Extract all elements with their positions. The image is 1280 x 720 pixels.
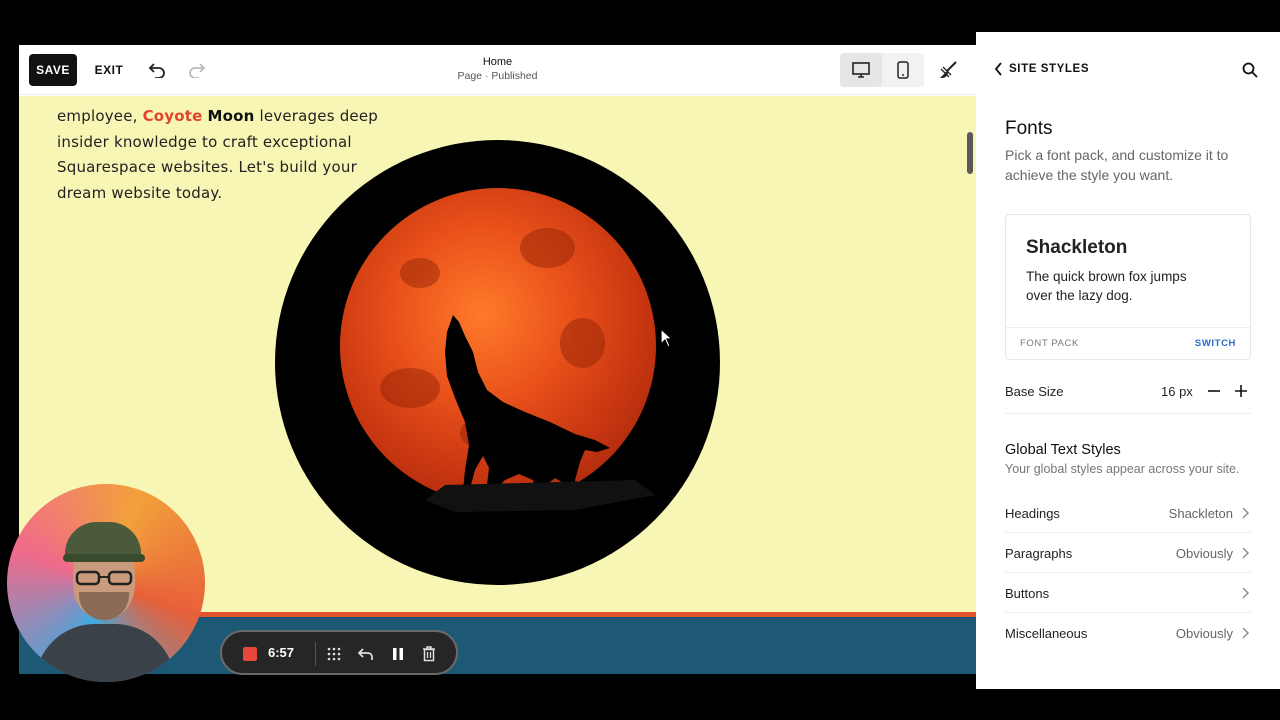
panel-divider [1005,413,1251,414]
page-info[interactable]: Home Page · Published [419,56,576,82]
base-size-label: Base Size [1005,384,1064,399]
presenter-cap-brim [63,554,145,562]
style-row-buttons[interactable]: Buttons [1005,573,1251,613]
webcam-overlay [7,484,205,682]
global-text-styles-heading: Global Text Styles [1005,442,1121,458]
desktop-icon[interactable] [850,61,872,79]
card-divider [1006,327,1250,328]
font-pack-name: Shackleton [1026,237,1128,258]
brand-name-moon: Moon [207,107,255,125]
presenter-glasses [75,570,133,586]
chevron-right-icon [1242,627,1249,639]
panel-header: SITE STYLES [976,32,1280,110]
presenter-beard [79,592,129,620]
style-row-value: Obviously [1175,546,1233,561]
increase-size-button[interactable] [1232,380,1250,402]
pause-icon[interactable] [387,643,409,665]
back-to-site-styles[interactable]: SITE STYLES [994,62,1089,76]
font-pack-label: FONT PACK [1020,338,1079,349]
style-row-label: Buttons [1005,586,1050,601]
chevron-right-icon [1242,587,1249,599]
style-row-paragraphs[interactable]: Paragraphs Obviously [1005,533,1251,573]
plus-icon [1235,385,1247,397]
minus-icon [1208,390,1220,392]
wolf-silhouette [425,315,655,518]
font-sample-text: The quick brown fox jumps over the lazy … [1026,269,1187,303]
fonts-heading: Fonts [1005,118,1053,139]
screen-recorder-bar: 6:57 [220,630,458,675]
global-text-styles-description: Your global styles appear across your si… [1005,462,1240,476]
fonts-description: Pick a font pack, and customize it to ac… [1005,147,1229,183]
style-row-label: Paragraphs [1005,546,1073,561]
style-row-label: Miscellaneous [1005,626,1088,641]
style-row-label: Headings [1005,506,1060,521]
stop-recording-button[interactable] [243,647,257,661]
style-row-headings[interactable]: Headings Shackleton [1005,493,1251,533]
intro-text-start: employee, [57,107,143,125]
site-styles-panel: SITE STYLES Fonts Pick a font pack, and … [976,32,1280,689]
moon-image[interactable] [275,140,720,585]
base-size-row: Base Size 16 px [1005,380,1251,404]
search-icon[interactable] [1242,62,1258,83]
recorder-divider [315,642,316,666]
style-row-value: Obviously [1175,626,1233,641]
page-status: Page · Published [457,70,538,82]
save-button[interactable]: SAVE [29,54,77,86]
trash-icon[interactable] [418,643,440,665]
canvas-scrollbar[interactable] [967,132,973,174]
screen: SAVE EXIT Home Page · Published employee… [0,0,1280,720]
mouse-cursor-icon [660,328,674,348]
presenter-body [35,624,175,682]
switch-font-pack-button[interactable]: SWITCH [1195,338,1236,349]
style-row-miscellaneous[interactable]: Miscellaneous Obviously [1005,613,1251,653]
page-title: Home [482,56,513,68]
decrease-size-button[interactable] [1205,380,1223,402]
device-toggle [840,53,924,87]
grid-icon[interactable] [323,643,345,665]
restart-icon[interactable] [355,643,377,665]
chevron-right-icon [1242,547,1249,559]
recording-timer: 6:57 [268,645,295,660]
brand-name-coyote: Coyote [142,107,203,125]
undo-icon[interactable] [145,59,169,81]
mobile-icon[interactable] [892,60,914,80]
style-row-value: Shackleton [1168,506,1233,521]
chevron-left-icon [994,62,1002,76]
editor-toolbar: SAVE EXIT Home Page · Published [19,45,976,95]
back-label: SITE STYLES [1009,63,1090,75]
chevron-right-icon [1242,507,1249,519]
exit-button[interactable]: EXIT [89,54,129,86]
paintbrush-icon[interactable] [936,58,960,82]
base-size-value[interactable]: 16 px [1161,384,1193,399]
redo-icon[interactable] [185,59,209,81]
font-pack-card[interactable]: Shackleton The quick brown fox jumps ove… [1005,214,1251,360]
